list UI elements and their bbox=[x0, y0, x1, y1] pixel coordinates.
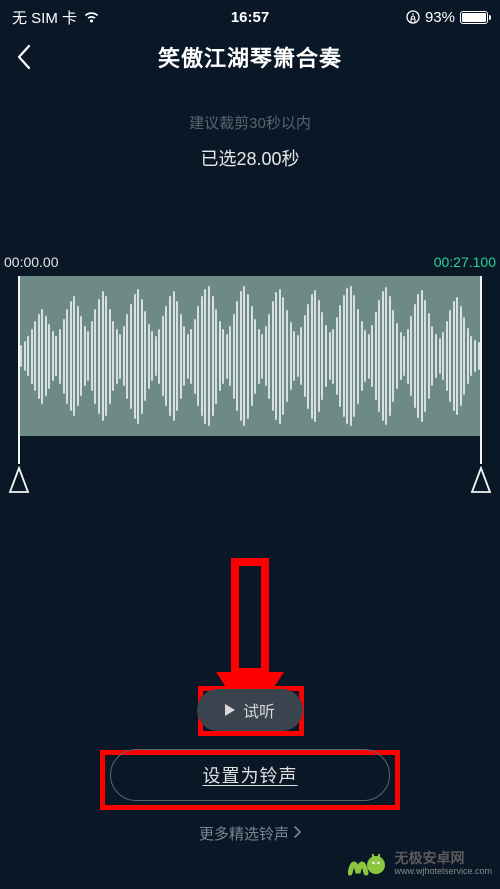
watermark-cn: 无极安卓网 bbox=[394, 851, 492, 866]
wifi-icon bbox=[83, 11, 100, 24]
back-button[interactable] bbox=[16, 44, 32, 70]
header-bar: 笑傲江湖琴箫合奏 bbox=[0, 32, 500, 82]
watermark: 无极安卓网 www.wjhotelservice.com bbox=[348, 849, 492, 879]
controls-area: 试听 设置为铃声 更多精选铃声 bbox=[0, 689, 500, 844]
audio-editor: 00:00.00 00:27.100 bbox=[0, 276, 500, 436]
watermark-logo bbox=[348, 849, 388, 879]
set-ringtone-button[interactable]: 设置为铃声 bbox=[110, 749, 390, 801]
status-time: 16:57 bbox=[231, 9, 269, 26]
timeline-end: 00:27.100 bbox=[434, 254, 496, 270]
battery-icon bbox=[460, 11, 488, 24]
watermark-url: www.wjhotelservice.com bbox=[394, 867, 492, 877]
rotation-lock-icon bbox=[406, 10, 420, 24]
trim-handle-left[interactable] bbox=[18, 276, 20, 464]
waveform[interactable] bbox=[18, 276, 482, 436]
battery-pct: 93% bbox=[425, 9, 455, 26]
status-right-group: 93% bbox=[406, 9, 488, 26]
trim-handle-right[interactable] bbox=[480, 276, 482, 464]
selected-duration: 已选28.00秒 bbox=[0, 145, 500, 171]
carrier-text: 无 SIM 卡 bbox=[12, 7, 77, 28]
watermark-text-group: 无极安卓网 www.wjhotelservice.com bbox=[394, 851, 492, 876]
trim-hint: 建议裁剪30秒以内 bbox=[0, 112, 500, 133]
play-icon bbox=[225, 704, 235, 716]
timeline-start: 00:00.00 bbox=[4, 254, 59, 270]
page-title: 笑傲江湖琴箫合奏 bbox=[158, 41, 342, 73]
status-left-group: 无 SIM 卡 bbox=[12, 7, 100, 28]
preview-button[interactable]: 试听 bbox=[197, 689, 303, 731]
more-label: 更多精选铃声 bbox=[199, 823, 289, 844]
more-ringtones-link[interactable]: 更多精选铃声 bbox=[199, 823, 301, 844]
status-bar: 无 SIM 卡 16:57 93% bbox=[0, 0, 500, 28]
preview-label: 试听 bbox=[243, 698, 275, 722]
chevron-right-icon bbox=[293, 825, 301, 842]
